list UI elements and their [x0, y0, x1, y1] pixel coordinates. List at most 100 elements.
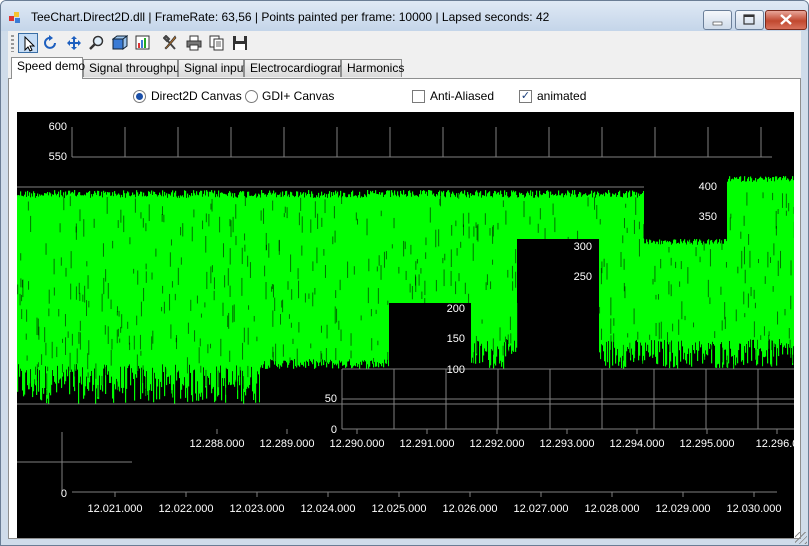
y-axis-tick-label: 200 [447, 303, 465, 315]
signal-gap [287, 281, 289, 290]
signal-gap [268, 243, 270, 258]
3d-tool-button[interactable] [110, 33, 130, 53]
signal-gap [220, 338, 222, 357]
tab-harmonics[interactable]: Harmonics [341, 59, 404, 77]
move-tool-button[interactable] [64, 33, 84, 53]
signal-gap [116, 306, 118, 313]
signal-gap [544, 228, 546, 242]
resize-grip-icon[interactable] [795, 532, 807, 544]
signal-gap [418, 274, 420, 286]
signal-gap [688, 391, 690, 399]
signal-gap [151, 272, 153, 280]
signal-gap [416, 259, 418, 264]
signal-gap [79, 320, 81, 331]
zoom-tool-button[interactable] [87, 33, 107, 53]
signal-gap [506, 365, 508, 383]
signal-gap [481, 319, 483, 324]
signal-gap [17, 284, 19, 295]
tab-signal-throughput[interactable]: Signal throughput [83, 59, 183, 77]
signal-gap [538, 348, 540, 353]
signal-gap [730, 213, 732, 219]
close-button[interactable] [765, 10, 807, 30]
signal-gap [280, 382, 282, 392]
print-button[interactable] [184, 33, 204, 53]
signal-gap [335, 348, 337, 361]
signal-gap [199, 338, 201, 347]
signal-gap [584, 365, 586, 383]
signal-gap [643, 224, 645, 239]
signal-gap [123, 215, 125, 233]
chart-edit-button[interactable] [133, 33, 153, 53]
signal-gap [754, 302, 756, 309]
signal-gap [380, 265, 382, 280]
signal-gap [425, 237, 427, 246]
signal-gap [161, 306, 163, 312]
signal-gap [104, 366, 106, 376]
signal-gap [606, 263, 608, 280]
signal-gap [353, 266, 355, 275]
chart-canvas[interactable]: 600 550 400 350 300 250 200 150 100 50 0 0 12.288.00… [17, 112, 794, 538]
signal-gap [633, 308, 635, 325]
signal-gap [440, 308, 442, 325]
signal-gap [315, 384, 317, 392]
signal-gap [577, 331, 579, 350]
signal-gap [170, 239, 172, 246]
signal-gap [770, 257, 772, 263]
signal-gap [102, 243, 104, 257]
signal-gap [324, 370, 326, 385]
save-button[interactable] [230, 33, 250, 53]
signal-gap [438, 229, 440, 247]
signal-gap [681, 349, 683, 357]
signal-gap [65, 337, 67, 356]
signal-gap [350, 333, 352, 346]
signal-gap [617, 378, 619, 396]
signal-gap [169, 390, 171, 403]
signal-gap [741, 250, 743, 269]
printer-icon [186, 35, 202, 51]
signal-gap [610, 335, 612, 353]
pointer-tool-button[interactable] [18, 33, 38, 53]
toolbar-grip-icon[interactable] [11, 35, 14, 52]
x-axis-tick-label: 12.295.000 [679, 438, 734, 450]
signal-gap [213, 277, 215, 290]
signal-gap [654, 265, 656, 282]
signal-gap [25, 333, 27, 340]
signal-gap [377, 382, 379, 399]
signal-gap [415, 261, 417, 270]
rotate-tool-button[interactable] [41, 33, 61, 53]
signal-gap [599, 306, 601, 314]
signal-gap [260, 210, 262, 221]
signal-gap [393, 217, 395, 229]
signal-gap [75, 223, 77, 240]
title-bar[interactable]: TeeChart.Direct2D.dll | FrameRate: 63,56… [1, 1, 808, 31]
signal-gap [41, 354, 43, 366]
maximize-button[interactable] [735, 10, 764, 30]
signal-gap [646, 227, 648, 234]
speed-chart[interactable]: 600 550 400 350 300 250 200 150 100 50 0 0 12.288.00… [17, 112, 794, 538]
signal-gap [210, 203, 212, 210]
signal-gap [301, 216, 303, 233]
signal-gap [600, 268, 602, 285]
tab-signal-input[interactable]: Signal input [178, 59, 247, 77]
signal-gap [672, 230, 674, 241]
signal-gap [211, 265, 213, 273]
signal-gap [511, 265, 513, 279]
signal-gap [600, 352, 602, 365]
x-axis-tick-label: 12.290.000 [329, 438, 384, 450]
minimize-button[interactable] [703, 10, 732, 30]
signal-gap [672, 323, 674, 332]
signal-gap [292, 338, 294, 344]
copy-button[interactable] [207, 33, 227, 53]
signal-gap [70, 283, 72, 300]
tab-speed-demo[interactable]: Speed demo [11, 57, 85, 79]
signal-gap [750, 286, 752, 297]
signal-gap [334, 230, 336, 243]
signal-gap [312, 261, 314, 272]
tools-button[interactable] [161, 33, 181, 53]
signal-gap [74, 369, 76, 388]
signal-gap [467, 351, 469, 367]
signal-gap [777, 209, 779, 214]
tab-electrocardiogram[interactable]: Electrocardiogram [244, 59, 347, 77]
signal-gap [143, 287, 145, 302]
signal-gap [398, 266, 400, 274]
